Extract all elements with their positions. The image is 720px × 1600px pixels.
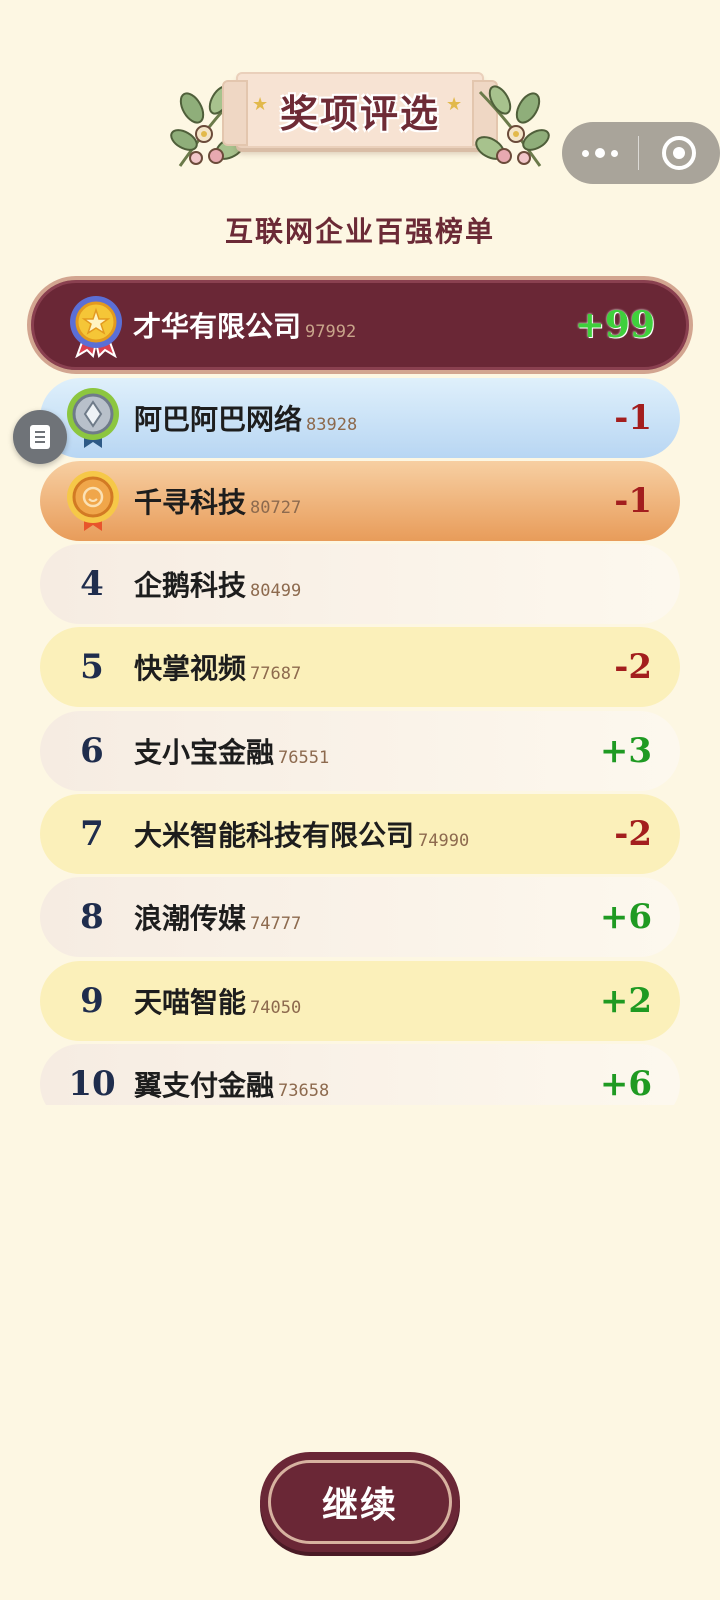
continue-button[interactable]: 继续 <box>260 1452 460 1552</box>
company-score: 74050 <box>250 998 302 1018</box>
ranking-row-6[interactable]: 6 支小宝金融 76551 +3 <box>40 711 680 791</box>
company-score: 80727 <box>250 498 302 518</box>
company-name: 支小宝金融 <box>134 736 275 769</box>
company-name-block: 千寻科技 80727 <box>134 461 301 541</box>
ranking-row-3[interactable]: 千寻科技 80727 -1 <box>40 461 680 541</box>
company-score: 80499 <box>250 581 302 601</box>
rank-number: 6 <box>80 731 104 771</box>
company-name-block: 浪潮传媒 74777 <box>134 877 301 957</box>
company-name: 阿巴阿巴网络 <box>134 403 303 436</box>
company-score: 74990 <box>418 831 470 851</box>
rank-change: +6 <box>599 897 652 937</box>
rank-change: +3 <box>599 731 652 771</box>
company-name-block: 翼支付金融 73658 <box>134 1044 329 1105</box>
rank-change: -2 <box>614 814 652 854</box>
rank-number: 10 <box>68 1064 116 1104</box>
ranking-row-1[interactable]: 才华有限公司 97992 +99 <box>27 276 693 374</box>
rank-number: 5 <box>80 647 104 687</box>
company-score: 76551 <box>278 748 330 768</box>
rank-change: +99 <box>574 304 655 346</box>
company-name-block: 才华有限公司 97992 <box>133 280 356 370</box>
document-float-button[interactable] <box>13 410 67 464</box>
company-score: 97992 <box>305 322 357 342</box>
ranking-row-8[interactable]: 8 浪潮传媒 74777 +6 <box>40 877 680 957</box>
rank-change: -1 <box>614 481 652 521</box>
document-icon <box>30 425 50 449</box>
rank-change: -1 <box>614 398 652 438</box>
company-name: 大米智能科技有限公司 <box>134 819 415 852</box>
company-name-block: 支小宝金融 76551 <box>134 711 329 791</box>
company-name: 天喵智能 <box>134 986 247 1019</box>
ranking-row-2[interactable]: 阿巴阿巴网络 83928 -1 <box>40 378 680 458</box>
company-name-block: 企鹅科技 80499 <box>134 544 301 624</box>
company-score: 83928 <box>306 415 358 435</box>
silver-diamond-medal-icon <box>67 388 119 448</box>
company-name: 企鹅科技 <box>134 569 247 602</box>
company-name: 翼支付金融 <box>134 1069 275 1102</box>
company-score: 77687 <box>250 664 302 684</box>
rank-number: 8 <box>80 897 104 937</box>
company-name-block: 阿巴阿巴网络 83928 <box>134 378 357 458</box>
company-name-block: 快掌视频 77687 <box>134 627 301 707</box>
company-score: 74777 <box>250 914 302 934</box>
company-name-block: 天喵智能 74050 <box>134 961 301 1041</box>
ranking-row-5[interactable]: 5 快掌视频 77687 -2 <box>40 627 680 707</box>
ranking-row-10[interactable]: 10 翼支付金融 73658 +6 <box>40 1044 680 1105</box>
continue-label: 继续 <box>321 1485 398 1526</box>
rank-change: +6 <box>599 1064 652 1104</box>
rank-change: -2 <box>614 647 652 687</box>
ranking-row-4[interactable]: 4 企鹅科技 80499 <box>40 544 680 624</box>
rank-number: 7 <box>80 814 104 854</box>
company-name: 浪潮传媒 <box>134 902 247 935</box>
company-name: 千寻科技 <box>134 486 247 519</box>
ranking-list: 才华有限公司 97992 +99 阿巴阿巴网络 83928 -1 千寻科技 80… <box>0 0 720 1105</box>
bronze-face-medal-icon <box>67 471 119 531</box>
company-name-block: 大米智能科技有限公司 74990 <box>134 794 469 874</box>
company-name: 快掌视频 <box>134 652 247 685</box>
gold-star-medal-icon <box>70 296 122 358</box>
ranking-row-7[interactable]: 7 大米智能科技有限公司 74990 -2 <box>40 794 680 874</box>
ranking-row-9[interactable]: 9 天喵智能 74050 +2 <box>40 961 680 1041</box>
rank-number: 9 <box>80 981 104 1021</box>
rank-change: +2 <box>599 981 652 1021</box>
rank-number: 4 <box>80 564 104 604</box>
company-score: 73658 <box>278 1081 330 1101</box>
company-name: 才华有限公司 <box>133 310 302 343</box>
